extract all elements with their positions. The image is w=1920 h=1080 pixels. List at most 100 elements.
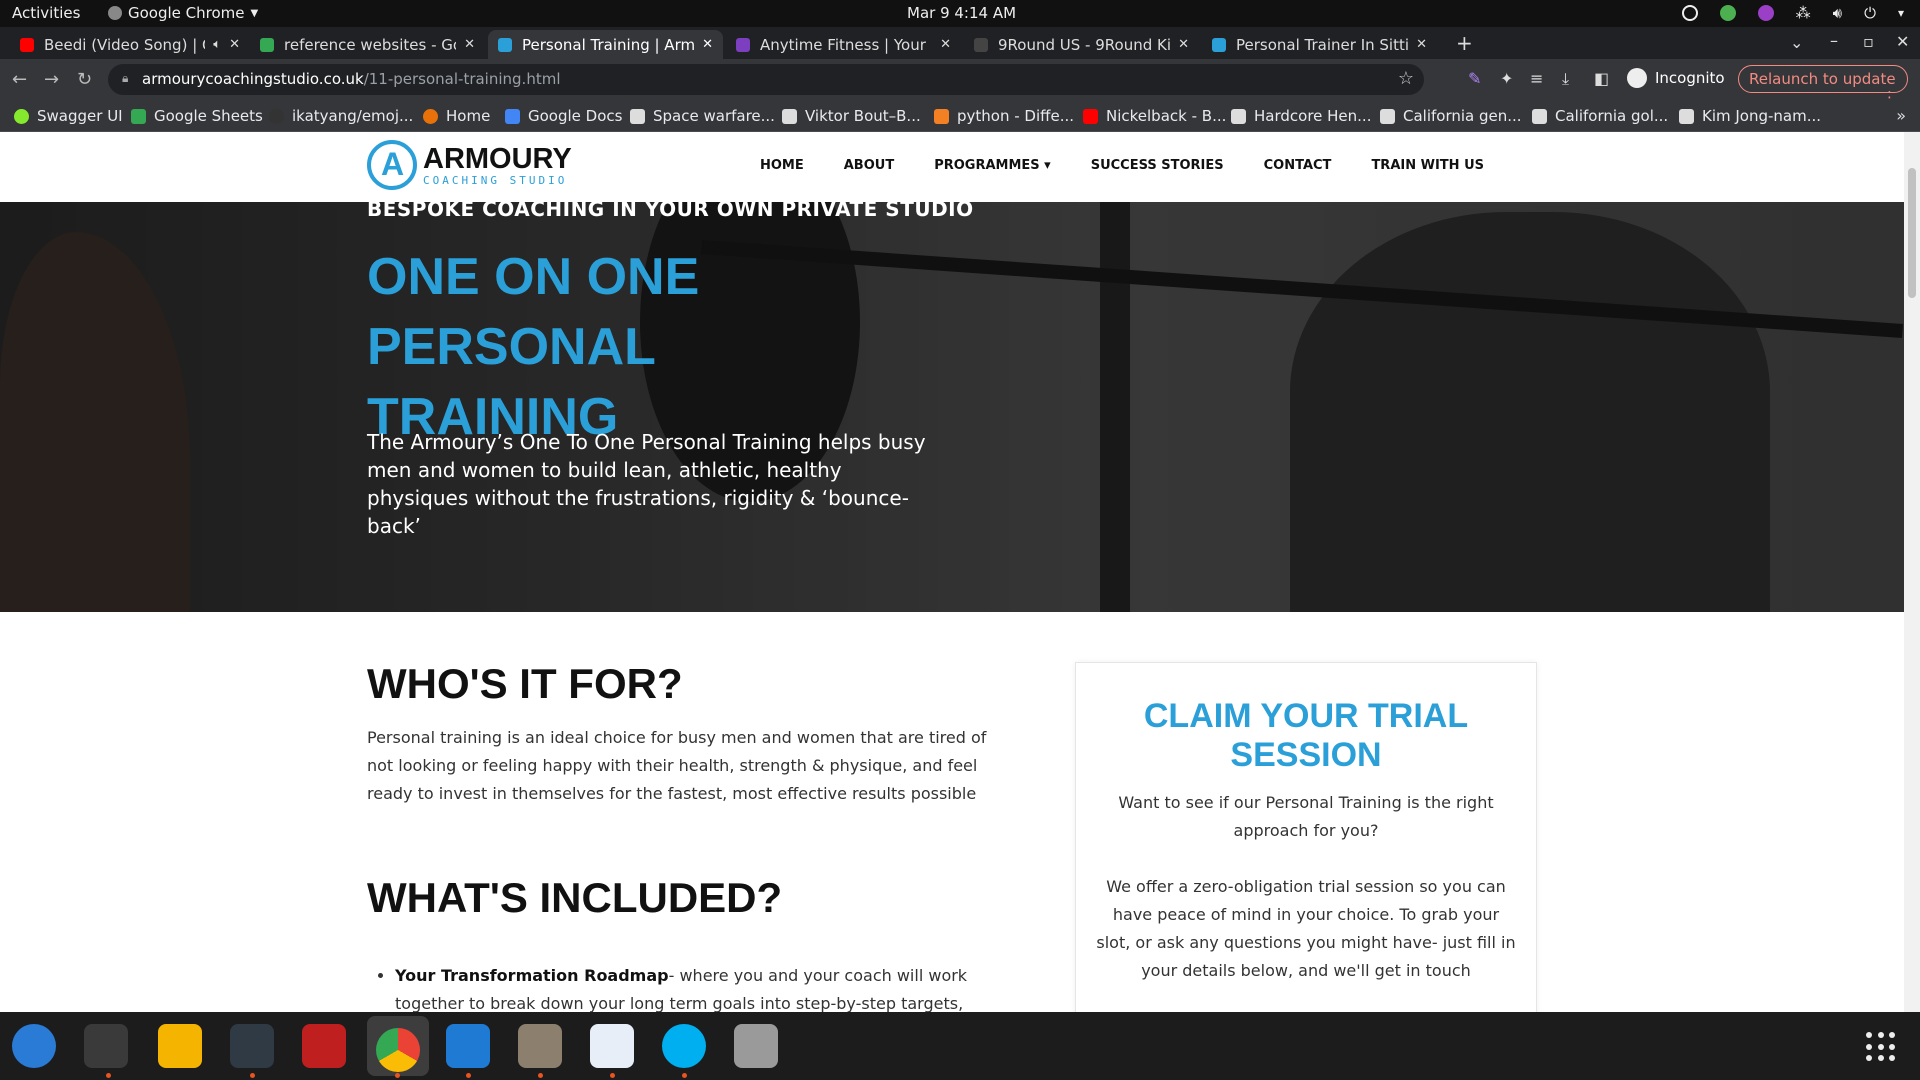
tab[interactable]: 9Round US - 9Round Kickb ✕	[964, 30, 1199, 59]
extensions-icon[interactable]: ✦	[1500, 69, 1513, 88]
bookmark-item[interactable]: Space warfare...	[630, 107, 775, 125]
download-icon[interactable]: ⤓	[1562, 69, 1569, 89]
hero-lead: The Armoury’s One To One Personal Traini…	[367, 430, 926, 538]
tab[interactable]: Anytime Fitness | Your Lo ✕	[726, 30, 961, 59]
youtube-icon	[20, 37, 34, 52]
bookmark-item[interactable]: Swagger UI	[14, 107, 123, 125]
nav-about[interactable]: ABOUT	[844, 158, 894, 173]
pen-icon[interactable]: ✎	[1468, 69, 1481, 88]
bookmarks-bar: Swagger UI Google Sheets ikatyang/emoj..…	[0, 100, 1920, 132]
wikipedia-icon	[1231, 108, 1246, 124]
logo-name: ARMOURY	[423, 142, 572, 175]
close-icon[interactable]: ✕	[464, 37, 475, 52]
bookmark-item[interactable]: Home	[423, 107, 490, 125]
bookmark-item[interactable]: Viktor Bout–B...	[782, 107, 921, 125]
minimize-icon[interactable]: –	[1830, 31, 1838, 50]
speaker-icon[interactable]: 🔈︎	[213, 37, 221, 52]
bookmark-item[interactable]: Kim Jong-nam...	[1679, 107, 1821, 125]
tab[interactable]: reference websites - Goog ✕	[250, 30, 485, 59]
scrollbar-thumb[interactable]	[1908, 168, 1916, 298]
incognito-icon	[1627, 68, 1647, 88]
volume-icon[interactable]: 🔊︎	[1833, 4, 1842, 22]
lock-icon[interactable]: 🔒︎	[122, 71, 128, 86]
app-menu-label: Google Chrome	[128, 4, 245, 22]
address-bar[interactable]: 🔒︎ armourycoachingstudio.co.uk/11-person…	[108, 64, 1424, 95]
clock[interactable]: Mar 9 4:14 AM	[907, 4, 1016, 22]
chevron-down-icon[interactable]: ▾	[1898, 6, 1904, 20]
incognito-indicator[interactable]: Incognito	[1627, 68, 1725, 88]
new-tab-icon[interactable]: +	[1456, 31, 1473, 55]
site-logo[interactable]: A ARMOURY COACHING STUDIO	[367, 140, 572, 190]
maximize-icon[interactable]: ▫	[1863, 32, 1874, 51]
reload-icon[interactable]: ↻	[77, 69, 92, 90]
bookmark-label: Google Sheets	[154, 107, 263, 125]
bookmark-item[interactable]: Nickelback - B...	[1083, 107, 1226, 125]
close-icon[interactable]: ✕	[1178, 37, 1189, 52]
tab-search-icon[interactable]: ⌄	[1790, 33, 1803, 52]
tab-title: Personal Training | Armou	[522, 35, 695, 54]
system-tray[interactable]: ⁂ 🔊︎ ⏻ ▾	[1681, 4, 1904, 22]
close-icon[interactable]: ✕	[702, 37, 713, 52]
bookmark-item[interactable]: Hardcore Hen...	[1231, 107, 1371, 125]
9round-icon	[974, 37, 988, 52]
back-icon[interactable]: ←	[12, 69, 27, 90]
bookmark-star-icon[interactable]: ☆	[1398, 68, 1414, 89]
page-scrollbar[interactable]	[1904, 132, 1920, 1012]
app-menu[interactable]: Google Chrome ▼	[108, 4, 258, 22]
network-icon[interactable]: ⁂	[1796, 4, 1811, 22]
close-icon[interactable]: ✕	[1416, 37, 1427, 52]
disk-utility-icon[interactable]	[734, 1024, 778, 1068]
bookmark-item[interactable]: Google Sheets	[131, 107, 263, 125]
side-panel-icon[interactable]: ◧	[1594, 69, 1609, 88]
tab[interactable]: Beedi (Video Song) | O 🔈︎ ✕	[10, 30, 250, 59]
filezilla-icon[interactable]	[302, 1024, 346, 1068]
skype-icon[interactable]	[662, 1024, 706, 1068]
bookmark-label: Viktor Bout–B...	[805, 107, 921, 125]
card-intro: Want to see if our Personal Training is …	[1118, 793, 1494, 840]
running-indicator	[538, 1073, 543, 1078]
bookmark-label: Nickelback - B...	[1106, 107, 1227, 125]
tab[interactable]: Personal Trainer In Sitting ✕	[1202, 30, 1437, 59]
wikipedia-icon	[1380, 108, 1395, 124]
browser-toolbar: ← → ↻ 🔒︎ armourycoachingstudio.co.uk/11-…	[0, 59, 1920, 106]
power-icon[interactable]: ⏻	[1864, 4, 1876, 22]
forward-icon[interactable]: →	[44, 69, 59, 90]
media-icon[interactable]: ≡	[1530, 69, 1543, 88]
files-icon[interactable]	[518, 1024, 562, 1068]
terminal-icon[interactable]	[84, 1024, 128, 1068]
activities-button[interactable]: Activities	[12, 4, 80, 22]
system-monitor-icon[interactable]	[230, 1024, 274, 1068]
more-bookmarks-icon[interactable]: »	[1896, 106, 1906, 125]
vscode-icon[interactable]	[446, 1024, 490, 1068]
bookmark-label: Home	[446, 107, 491, 125]
web-page: A ARMOURY COACHING STUDIO HOME ABOUT PRO…	[0, 132, 1904, 1012]
hero-title: ONE ON ONE PERSONAL TRAINING	[367, 248, 700, 446]
bookmark-item[interactable]: ikatyang/emoj...	[269, 107, 413, 125]
bookmark-item[interactable]: California gen...	[1380, 107, 1522, 125]
show-apps-icon[interactable]	[1866, 1032, 1896, 1062]
bookmark-item[interactable]: python - Diffe...	[934, 107, 1074, 125]
text-editor-icon[interactable]	[590, 1024, 634, 1068]
hero-overlay	[0, 202, 1904, 612]
extension-tray-icon[interactable]	[1757, 5, 1774, 21]
tab-active[interactable]: Personal Training | Armou ✕	[488, 30, 723, 59]
thunderbird-icon[interactable]	[12, 1024, 56, 1068]
close-icon[interactable]: ✕	[229, 37, 240, 52]
window-close-icon[interactable]: ✕	[1896, 32, 1909, 51]
nav-programmes[interactable]: PROGRAMMES ▾	[934, 158, 1051, 173]
update-icon[interactable]	[1681, 5, 1698, 21]
nav-contact[interactable]: CONTACT	[1264, 158, 1332, 173]
calculator-icon[interactable]	[158, 1024, 202, 1068]
nav-home[interactable]: HOME	[760, 158, 804, 173]
who-text: Personal training is an ideal choice for…	[367, 728, 987, 803]
bookmark-item[interactable]: California gol...	[1532, 107, 1668, 125]
shield-icon[interactable]	[1719, 5, 1736, 21]
running-indicator	[395, 1073, 400, 1078]
home-icon	[423, 108, 438, 124]
close-icon[interactable]: ✕	[940, 37, 951, 52]
nav-train-with-us[interactable]: TRAIN WITH US	[1371, 158, 1484, 173]
relaunch-button[interactable]: Relaunch to update ⋮	[1738, 65, 1908, 106]
sheets-icon	[131, 108, 146, 124]
bookmark-item[interactable]: Google Docs	[505, 107, 622, 125]
nav-success-stories[interactable]: SUCCESS STORIES	[1091, 158, 1224, 173]
